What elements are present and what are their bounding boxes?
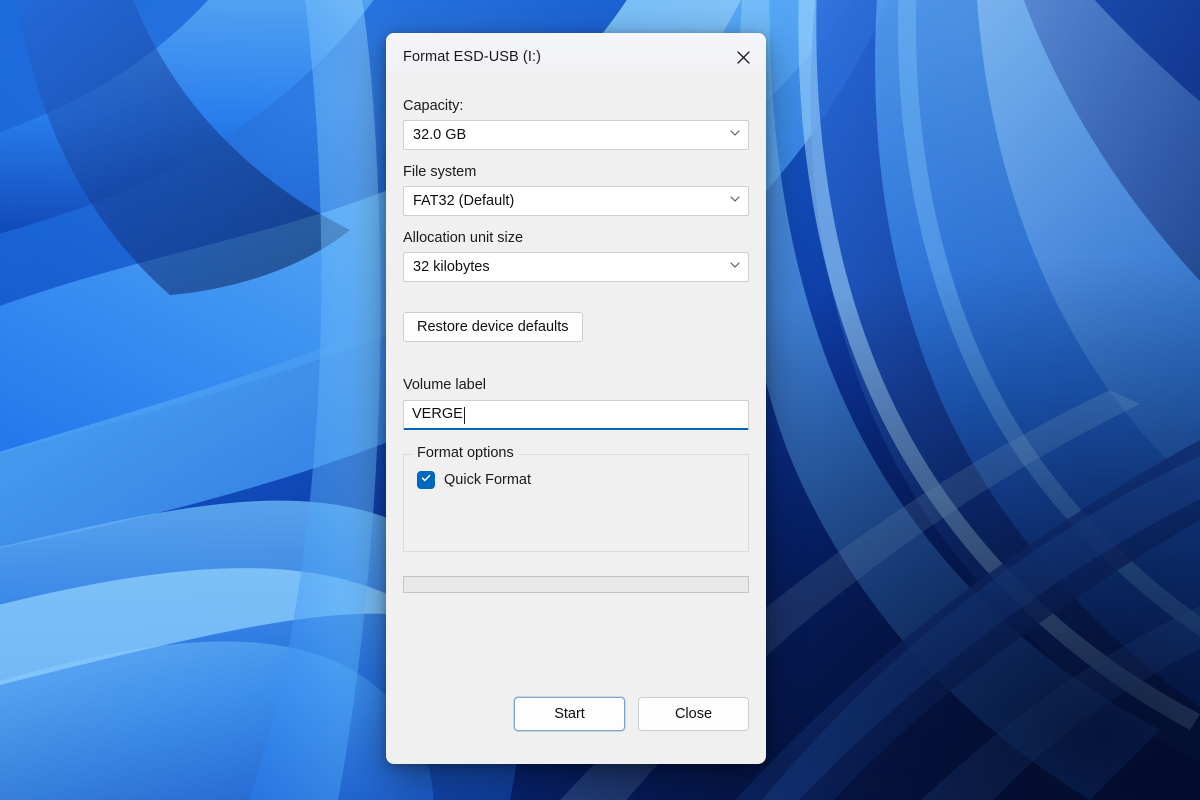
- capacity-value: 32.0 GB: [413, 127, 467, 144]
- chevron-down-icon: [728, 126, 742, 145]
- volume-label-input[interactable]: VERGE: [403, 399, 749, 430]
- file-system-dropdown[interactable]: FAT32 (Default): [403, 186, 749, 217]
- quick-format-checkbox[interactable]: [417, 470, 435, 489]
- allocation-unit-dropdown[interactable]: 32 kilobytes: [403, 252, 749, 283]
- allocation-unit-field: Allocation unit size 32 kilobytes: [403, 229, 749, 283]
- close-dialog-button[interactable]: Close: [638, 697, 749, 731]
- capacity-dropdown[interactable]: 32.0 GB: [403, 120, 749, 151]
- restore-defaults-row: Restore device defaults: [403, 312, 749, 343]
- quick-format-checkbox-row[interactable]: Quick Format: [417, 470, 735, 489]
- restore-device-defaults-button[interactable]: Restore device defaults: [403, 312, 583, 343]
- file-system-label: File system: [403, 164, 477, 181]
- volume-label-value: VERGE: [412, 406, 463, 422]
- close-button[interactable]: [720, 33, 766, 81]
- volume-label-caption: Volume label: [403, 377, 487, 394]
- capacity-label: Capacity:: [403, 98, 464, 114]
- volume-label-field: Volume label VERGE: [403, 376, 749, 430]
- format-options-group: Format options Quick Format: [403, 444, 749, 552]
- file-system-value: FAT32 (Default): [413, 193, 515, 210]
- allocation-unit-value: 32 kilobytes: [413, 259, 490, 276]
- allocation-unit-label: Allocation unit size: [403, 230, 524, 247]
- text-caret: [463, 406, 465, 424]
- chevron-down-icon: [728, 192, 742, 211]
- quick-format-label: Quick Format: [444, 471, 532, 488]
- format-options-legend: Format options: [412, 444, 519, 461]
- checkmark-icon: [420, 471, 432, 489]
- close-icon: [736, 50, 750, 64]
- format-progress-bar: [403, 575, 749, 593]
- file-system-field: File system FAT32 (Default): [403, 163, 749, 217]
- format-dialog: Format ESD-USB (I:) Capacity: 32.0 GB Fi…: [386, 33, 766, 764]
- chevron-down-icon: [728, 258, 742, 277]
- dialog-titlebar[interactable]: Format ESD-USB (I:): [386, 33, 766, 81]
- dialog-title: Format ESD-USB (I:): [403, 49, 542, 65]
- dialog-footer: Start Close: [403, 697, 749, 764]
- dialog-body: Capacity: 32.0 GB File system FAT32 (Def…: [386, 81, 766, 764]
- start-button[interactable]: Start: [514, 697, 625, 731]
- capacity-field: Capacity: 32.0 GB: [403, 97, 749, 151]
